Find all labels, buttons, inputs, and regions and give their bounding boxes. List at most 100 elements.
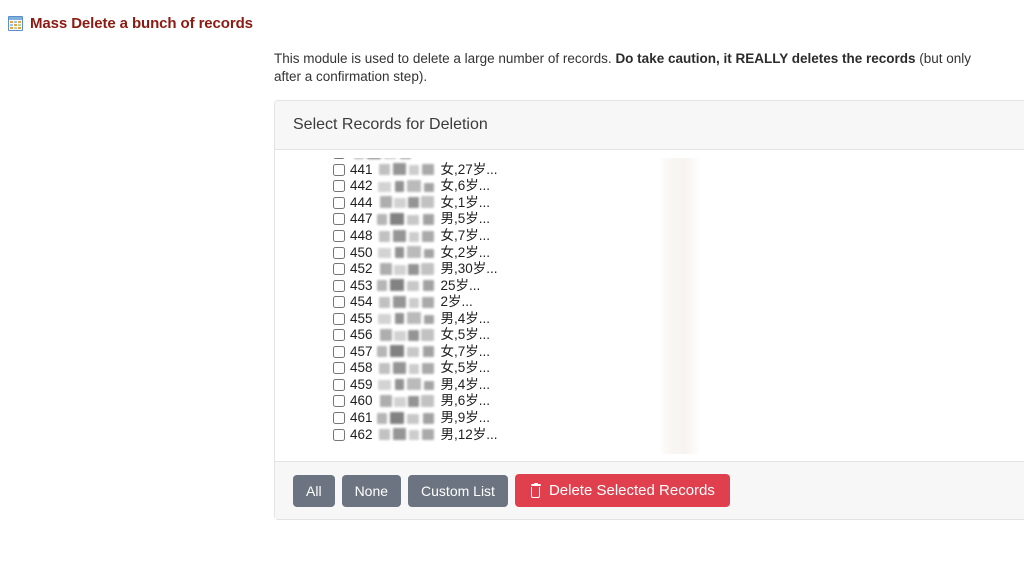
record-name-redacted bbox=[377, 312, 439, 325]
record-checkbox[interactable] bbox=[333, 329, 345, 342]
main-content: This module is used to delete a large nu… bbox=[274, 50, 1024, 520]
record-name-redacted bbox=[377, 229, 439, 243]
record-checkbox[interactable] bbox=[333, 180, 345, 193]
record-row[interactable]: 455 男,4岁... bbox=[275, 310, 1024, 327]
record-row[interactable]: 453 25岁... bbox=[275, 277, 1024, 294]
record-id: 444 bbox=[350, 194, 373, 210]
record-name-redacted bbox=[377, 394, 439, 408]
record-row[interactable]: 452 男,30岁... bbox=[275, 261, 1024, 278]
record-meta: 25岁... bbox=[440, 277, 481, 293]
record-row[interactable]: 461 男,9岁... bbox=[275, 410, 1024, 427]
record-checkbox[interactable] bbox=[333, 345, 345, 358]
record-row[interactable]: 462 男,12岁... bbox=[275, 426, 1024, 443]
record-name-redacted bbox=[377, 262, 439, 276]
delete-selected-records-label: Delete Selected Records bbox=[548, 482, 715, 499]
record-meta: 女,1岁... bbox=[440, 194, 491, 210]
record-id: 457 bbox=[350, 343, 373, 359]
record-meta: 男,4岁... bbox=[440, 310, 491, 326]
record-row[interactable]: 457 女,7岁... bbox=[275, 344, 1024, 361]
select-all-button[interactable]: All bbox=[293, 474, 335, 507]
page-title-label: Mass Delete a bunch of records bbox=[30, 14, 253, 32]
panel-title: Select Records for Deletion bbox=[293, 116, 488, 133]
record-checkbox[interactable] bbox=[333, 296, 345, 309]
record-meta: 2岁... bbox=[440, 294, 473, 310]
record-row[interactable]: 454 2岁... bbox=[275, 294, 1024, 311]
record-row[interactable]: 442 女,6岁... bbox=[275, 178, 1024, 195]
record-id: 456 bbox=[350, 327, 373, 343]
record-name-redacted bbox=[354, 150, 416, 160]
list-bottom-clip bbox=[275, 454, 1024, 461]
panel-footer: All None Custom List Delete Selected Rec… bbox=[275, 461, 1024, 519]
record-meta: 女,7岁... bbox=[440, 343, 491, 359]
record-checkbox[interactable] bbox=[333, 163, 345, 176]
record-row[interactable]: 448 女,7岁... bbox=[275, 228, 1024, 245]
record-name-redacted bbox=[377, 378, 439, 391]
record-row[interactable]: 444 女,1岁... bbox=[275, 195, 1024, 212]
record-list-container[interactable]: 441 女,27岁... 442 女,6岁... 444 女,1岁... 447 男,5岁..… bbox=[275, 150, 1024, 461]
record-checkbox[interactable] bbox=[333, 279, 345, 292]
record-meta: 男,9岁... bbox=[440, 410, 491, 426]
record-row[interactable]: 456 女,5岁... bbox=[275, 327, 1024, 344]
record-checkbox[interactable] bbox=[333, 378, 345, 391]
record-meta: 女,6岁... bbox=[440, 178, 491, 194]
record-id: 450 bbox=[350, 244, 373, 260]
record-meta: 男,4岁... bbox=[440, 376, 491, 392]
record-name-redacted bbox=[377, 179, 439, 193]
record-row[interactable]: 460 男,6岁... bbox=[275, 393, 1024, 410]
record-meta: 男,30岁... bbox=[440, 261, 498, 277]
record-name-redacted bbox=[377, 328, 439, 342]
record-row-partial[interactable] bbox=[275, 150, 1024, 162]
record-id: 459 bbox=[350, 376, 373, 392]
record-checkbox[interactable] bbox=[333, 213, 345, 226]
record-checkbox[interactable] bbox=[333, 230, 345, 242]
record-row[interactable]: 459 男,4岁... bbox=[275, 377, 1024, 394]
record-id: 458 bbox=[350, 360, 373, 376]
record-meta: 女,7岁... bbox=[440, 228, 491, 243]
record-name-redacted bbox=[377, 361, 439, 375]
record-row[interactable]: 458 女,5岁... bbox=[275, 360, 1024, 377]
record-checkbox[interactable] bbox=[333, 263, 345, 276]
grid-table-icon bbox=[8, 15, 23, 31]
record-checkbox[interactable] bbox=[333, 428, 345, 441]
record-checkbox[interactable] bbox=[333, 362, 345, 375]
record-meta: 女,2岁... bbox=[440, 244, 491, 260]
record-id: 455 bbox=[350, 310, 373, 326]
intro-description: This module is used to delete a large nu… bbox=[274, 50, 986, 86]
record-name-redacted bbox=[376, 212, 439, 226]
record-id: 448 bbox=[350, 228, 373, 243]
record-name-redacted bbox=[377, 428, 439, 441]
select-none-button[interactable]: None bbox=[341, 474, 402, 507]
record-meta: 男,12岁... bbox=[440, 426, 498, 442]
record-id: 441 bbox=[350, 161, 373, 177]
record-id: 454 bbox=[350, 294, 373, 310]
record-id: 462 bbox=[350, 426, 373, 442]
record-row[interactable]: 441 女,27岁... bbox=[275, 162, 1024, 179]
record-checkbox[interactable] bbox=[333, 196, 345, 209]
custom-list-button[interactable]: Custom List bbox=[408, 474, 508, 507]
record-name-redacted bbox=[376, 345, 439, 358]
delete-selected-records-button[interactable]: Delete Selected Records bbox=[514, 474, 730, 507]
record-id: 452 bbox=[350, 261, 373, 277]
record-row[interactable]: 450 女,2岁... bbox=[275, 244, 1024, 261]
record-checkbox[interactable] bbox=[333, 312, 345, 325]
record-list[interactable]: 441 女,27岁... 442 女,6岁... 444 女,1岁... 447 男,5岁..… bbox=[275, 150, 1024, 443]
record-name-redacted bbox=[377, 246, 439, 259]
page-title: Mass Delete a bunch of records bbox=[0, 0, 1024, 33]
trash-icon bbox=[530, 482, 542, 498]
intro-emphasis: Do take caution, it REALLY deletes the r… bbox=[615, 51, 916, 66]
record-checkbox[interactable] bbox=[333, 246, 345, 259]
record-name-redacted bbox=[376, 279, 439, 292]
record-checkbox[interactable] bbox=[333, 412, 345, 425]
panel-heading: Select Records for Deletion bbox=[275, 101, 1024, 150]
record-name-redacted bbox=[377, 295, 439, 309]
record-id: 460 bbox=[350, 393, 373, 409]
record-id: 453 bbox=[350, 277, 373, 293]
record-row[interactable]: 447 男,5岁... bbox=[275, 211, 1024, 228]
record-id: 461 bbox=[350, 410, 373, 426]
record-checkbox[interactable] bbox=[333, 395, 345, 408]
record-name-redacted bbox=[376, 411, 439, 425]
intro-lead: This module is used to delete a large nu… bbox=[274, 51, 616, 66]
record-id: 447 bbox=[350, 211, 373, 227]
record-name-redacted bbox=[377, 163, 439, 176]
record-checkbox[interactable] bbox=[333, 150, 345, 160]
